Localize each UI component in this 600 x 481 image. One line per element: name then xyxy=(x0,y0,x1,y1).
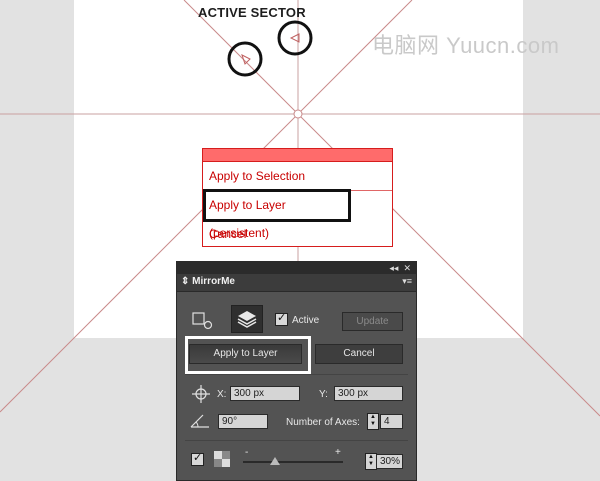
slider-min-label: - xyxy=(245,447,249,458)
selection-mode-icon[interactable] xyxy=(191,310,215,330)
tab-arrows-icon: ⇕ xyxy=(181,276,190,287)
overlay-pattern-icon xyxy=(214,451,230,467)
y-coordinate-input[interactable]: 300 px xyxy=(334,386,403,401)
checkmark-icon: ✓ xyxy=(277,312,287,324)
watermark-text: 电脑网 Yuucn.com xyxy=(372,33,560,58)
y-label: Y: xyxy=(319,389,328,400)
panel-menu-icon[interactable]: ▾≡ xyxy=(402,276,412,287)
layer-mode-button[interactable] xyxy=(231,305,263,333)
x-coordinate-input[interactable]: 300 px xyxy=(230,386,300,401)
highlight-box xyxy=(185,336,311,374)
divider xyxy=(185,440,408,441)
active-label: Active xyxy=(292,315,320,326)
x-label: X: xyxy=(217,389,227,400)
opacity-slider-track[interactable] xyxy=(243,461,343,463)
menu-item-apply-layer[interactable]: Apply to Layer (persistent) xyxy=(203,189,351,240)
layers-icon xyxy=(237,311,257,328)
overlay-checkbox[interactable]: ✓ xyxy=(191,452,204,466)
axes-input[interactable]: 4 xyxy=(380,414,403,429)
context-menu-header xyxy=(203,149,392,162)
active-checkbox[interactable]: ✓ xyxy=(275,312,288,326)
menu-item-apply-selection[interactable]: Apply to Selection xyxy=(203,162,392,191)
collapse-icon[interactable]: ◂◂ xyxy=(389,263,398,273)
panel-titlebar: ◂◂ ✕ xyxy=(177,262,416,274)
angle-input[interactable]: 90° xyxy=(218,414,268,429)
context-menu: Apply to Selection Apply to Layer (persi… xyxy=(202,148,393,247)
crosshair-icon xyxy=(192,385,210,403)
checkmark-icon: ✓ xyxy=(193,452,203,464)
axes-stepper[interactable]: ▲ ▼ xyxy=(367,413,379,430)
panel-tab[interactable]: ⇕ MirrorMe ▾≡ xyxy=(177,274,416,292)
opacity-input[interactable]: 30% xyxy=(376,454,403,469)
menu-item-cancel[interactable]: Cancel xyxy=(203,220,392,248)
panel-title: MirrorMe xyxy=(192,276,235,287)
opacity-slider-handle[interactable] xyxy=(270,457,280,465)
number-of-axes-label: Number of Axes: xyxy=(286,417,360,428)
update-button[interactable]: Update xyxy=(342,312,403,331)
slider-max-label: + xyxy=(335,447,341,458)
close-icon[interactable]: ✕ xyxy=(403,263,411,273)
active-sector-circle xyxy=(277,20,313,56)
divider xyxy=(185,374,408,375)
mirror-center-handle xyxy=(293,109,303,119)
mirror-sector-circle xyxy=(227,41,263,77)
cancel-button[interactable]: Cancel xyxy=(315,344,403,364)
active-sector-label: ACTIVE SECTOR xyxy=(198,5,306,20)
angle-icon xyxy=(190,414,209,428)
